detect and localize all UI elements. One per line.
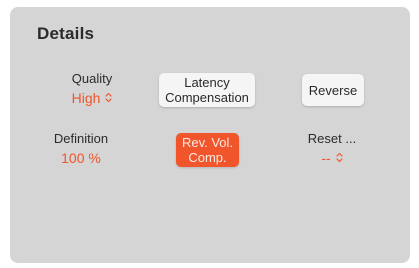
updown-chevron-icon[interactable] xyxy=(336,149,343,167)
quality-value-row[interactable]: High xyxy=(42,89,142,107)
reverse-button[interactable]: Reverse xyxy=(302,74,364,106)
latency-button-line1: Latency xyxy=(184,75,230,90)
panel-title: Details xyxy=(37,24,95,43)
rev-vol-button-line1: Rev. Vol. xyxy=(181,135,234,150)
updown-chevron-icon[interactable] xyxy=(105,89,112,107)
definition-value[interactable]: 100 % xyxy=(31,149,131,167)
rev-vol-button-line2: Comp. xyxy=(188,150,227,165)
latency-button-line2: Compensation xyxy=(165,90,249,105)
reset-value[interactable]: -- xyxy=(321,150,330,166)
reset-control[interactable]: Reset ... -- xyxy=(282,131,382,167)
quality-control[interactable]: Quality High xyxy=(42,71,142,107)
details-panel: Details Quality High Latency Compensatio… xyxy=(10,7,410,263)
reverse-button-label: Reverse xyxy=(308,82,358,98)
quality-label: Quality xyxy=(71,71,113,86)
definition-label: Definition xyxy=(53,131,109,146)
latency-compensation-button[interactable]: Latency Compensation xyxy=(159,73,255,107)
rev-vol-comp-button[interactable]: Rev. Vol. Comp. xyxy=(176,133,239,167)
reset-value-row[interactable]: -- xyxy=(282,149,382,167)
reset-label: Reset ... xyxy=(307,131,357,146)
quality-value[interactable]: High xyxy=(72,90,101,106)
definition-control[interactable]: Definition 100 % xyxy=(31,131,131,167)
